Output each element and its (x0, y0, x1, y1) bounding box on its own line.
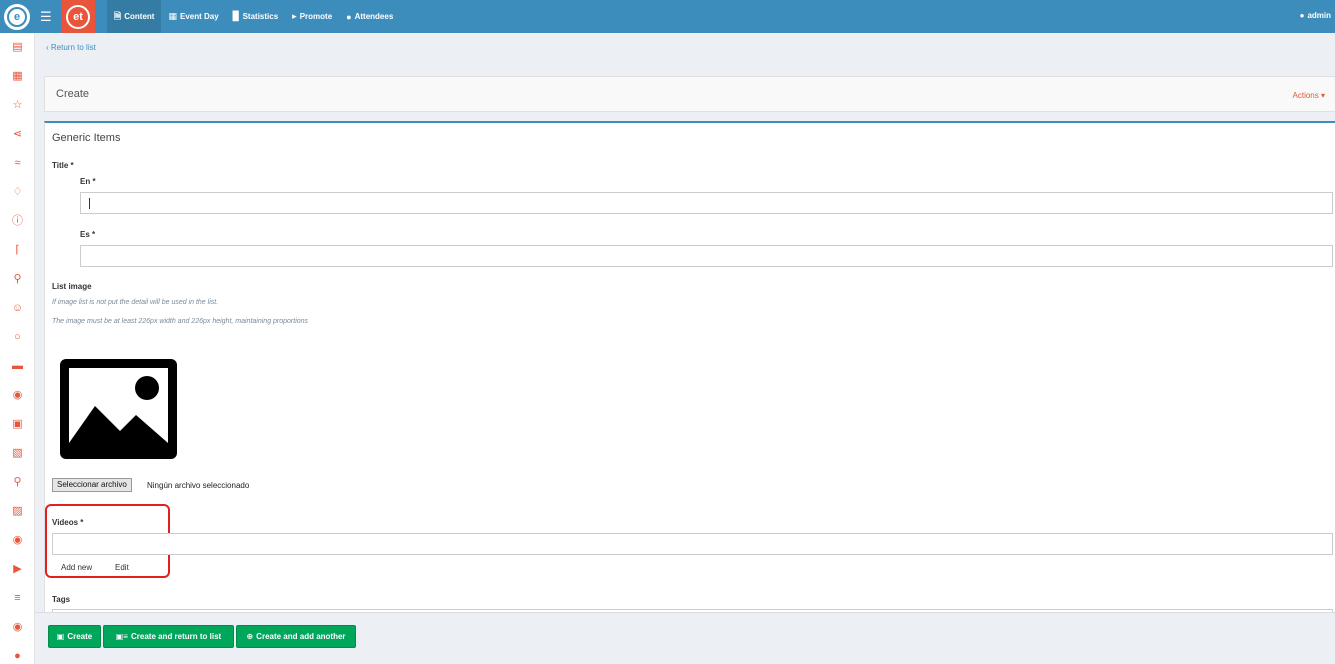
caret-down-icon: ▾ (1320, 91, 1325, 100)
location-icon[interactable]: ◉ (11, 389, 24, 402)
save-list-icon: ▣≡ (115, 632, 128, 641)
star-icon[interactable]: ☆ (11, 99, 24, 112)
choose-file-button[interactable]: Seleccionar archivo (52, 478, 132, 492)
app-logo-text: e (7, 7, 27, 27)
list-icon[interactable]: ≡ (11, 592, 24, 605)
pages-icon[interactable]: ▧ (11, 447, 24, 460)
calendar-icon[interactable]: ▦ (11, 70, 24, 83)
create-button[interactable]: ▣ Create (48, 625, 101, 648)
nav-statistics[interactable]: ▉ Statistics (226, 0, 286, 33)
user-icon: ● (1299, 11, 1305, 20)
pin-icon[interactable]: ⚲ (11, 273, 24, 286)
cake-icon[interactable]: ▬ (11, 360, 24, 373)
image-placeholder-icon (60, 359, 177, 459)
en-label: En * (80, 177, 96, 186)
section-title: Generic Items (52, 132, 121, 144)
bell-icon[interactable]: ♢ (11, 186, 24, 199)
form-actions-footer: ▣ Create ▣≡ Create and return to list ⊕ … (35, 612, 1335, 664)
camera-icon[interactable]: ◉ (11, 534, 24, 547)
create-and-add-another-label: Create and add another (256, 632, 346, 641)
microphone-icon[interactable]: ⌈ (11, 244, 24, 257)
title-es-input[interactable] (80, 245, 1333, 267)
calendar-icon: ▦ (168, 11, 177, 21)
video-icon[interactable]: ▶ (11, 563, 24, 576)
page-header: Create Actions ▾ (44, 76, 1335, 112)
actions-label: Actions (1292, 91, 1319, 100)
menu-toggle-icon[interactable]: ☰ (40, 9, 52, 25)
palette-icon[interactable]: ● (11, 650, 24, 663)
save-icon: ▣ (56, 632, 65, 641)
user-name: admin (1307, 11, 1331, 20)
add-new-link[interactable]: Add new (61, 563, 92, 572)
main-nav: 🗎 Content ▦ Event Day ▉ Statistics ▸ Pro… (107, 0, 400, 33)
form-panel: Generic Items Title * En * Es * List ima… (44, 121, 1335, 612)
nav-event-day-label: Event Day (179, 12, 219, 21)
nav-event-day[interactable]: ▦ Event Day (161, 0, 225, 33)
return-to-list-label: Return to list (50, 43, 96, 52)
top-navbar: e ☰ et 🗎 Content ▦ Event Day ▉ Statistic… (0, 0, 1335, 33)
actions-dropdown[interactable]: Actions ▾ (1293, 91, 1325, 100)
list-image-help-1: If image list is not put the detail will… (52, 299, 219, 306)
document-icon[interactable]: ▤ (11, 41, 24, 54)
create-and-return-button[interactable]: ▣≡ Create and return to list (103, 625, 234, 648)
chat-icon[interactable]: ○ (11, 331, 24, 344)
list-image-label: List image (52, 282, 92, 291)
search-icon[interactable]: ⚲ (11, 476, 24, 489)
info-icon[interactable]: ⓘ (11, 215, 24, 228)
page-title: Create (56, 88, 90, 100)
tags-label: Tags (52, 595, 71, 604)
event-logo[interactable]: et (61, 0, 95, 33)
chevron-left-icon: ‹ (46, 43, 49, 52)
image-icon[interactable]: ▨ (11, 505, 24, 518)
main-content: ‹ Return to list Create Actions ▾ Generi… (35, 33, 1335, 664)
videos-input[interactable] (52, 533, 1333, 555)
app-logo[interactable]: e (4, 4, 30, 30)
edit-link[interactable]: Edit (115, 563, 129, 572)
picture-frame-icon[interactable]: ▣ (11, 418, 24, 431)
return-to-list-link[interactable]: ‹ Return to list (46, 43, 96, 52)
nav-content[interactable]: 🗎 Content (107, 0, 162, 33)
nav-content-label: Content (124, 12, 155, 21)
es-label: Es * (80, 230, 96, 239)
title-label: Title * (52, 161, 74, 170)
title-en-input[interactable] (80, 192, 1333, 214)
bar-chart-icon: ▉ (232, 11, 240, 21)
users-icon: ● (346, 11, 352, 22)
create-and-return-label: Create and return to list (130, 632, 222, 641)
videos-label: Videos * (52, 518, 84, 527)
create-and-add-another-button[interactable]: ⊕ Create and add another (236, 625, 356, 648)
list-image-help-2: The image must be at least 226px width a… (52, 318, 309, 325)
medal-icon[interactable]: ◉ (11, 621, 24, 634)
nav-statistics-label: Statistics (242, 12, 279, 21)
file-status-text: Ningún archivo seleccionado (147, 481, 250, 490)
megaphone-icon: ▸ (292, 11, 297, 21)
user-menu[interactable]: ● admin (1300, 11, 1331, 20)
handshake-icon[interactable]: ≈ (11, 157, 24, 170)
create-button-label: Create (67, 632, 93, 641)
nav-attendees-label: Attendees (354, 12, 394, 21)
sidebar: ▤ ▦ ☆ ⋖ ≈ ♢ ⓘ ⌈ ⚲ ☺ ○ ▬ ◉ ▣ ▧ ⚲ ▨ ◉ ▶ ≡ … (0, 33, 35, 664)
share-icon[interactable]: ⋖ (11, 128, 24, 141)
plus-circle-icon: ⊕ (246, 632, 254, 641)
nav-attendees[interactable]: ● Attendees (339, 0, 400, 33)
event-logo-text: et (66, 4, 90, 29)
nav-promote-label: Promote (299, 12, 333, 21)
nav-promote[interactable]: ▸ Promote (285, 0, 339, 33)
user-icon[interactable]: ☺ (11, 302, 24, 315)
file-icon: 🗎 (114, 10, 122, 21)
text-caret (89, 198, 90, 209)
